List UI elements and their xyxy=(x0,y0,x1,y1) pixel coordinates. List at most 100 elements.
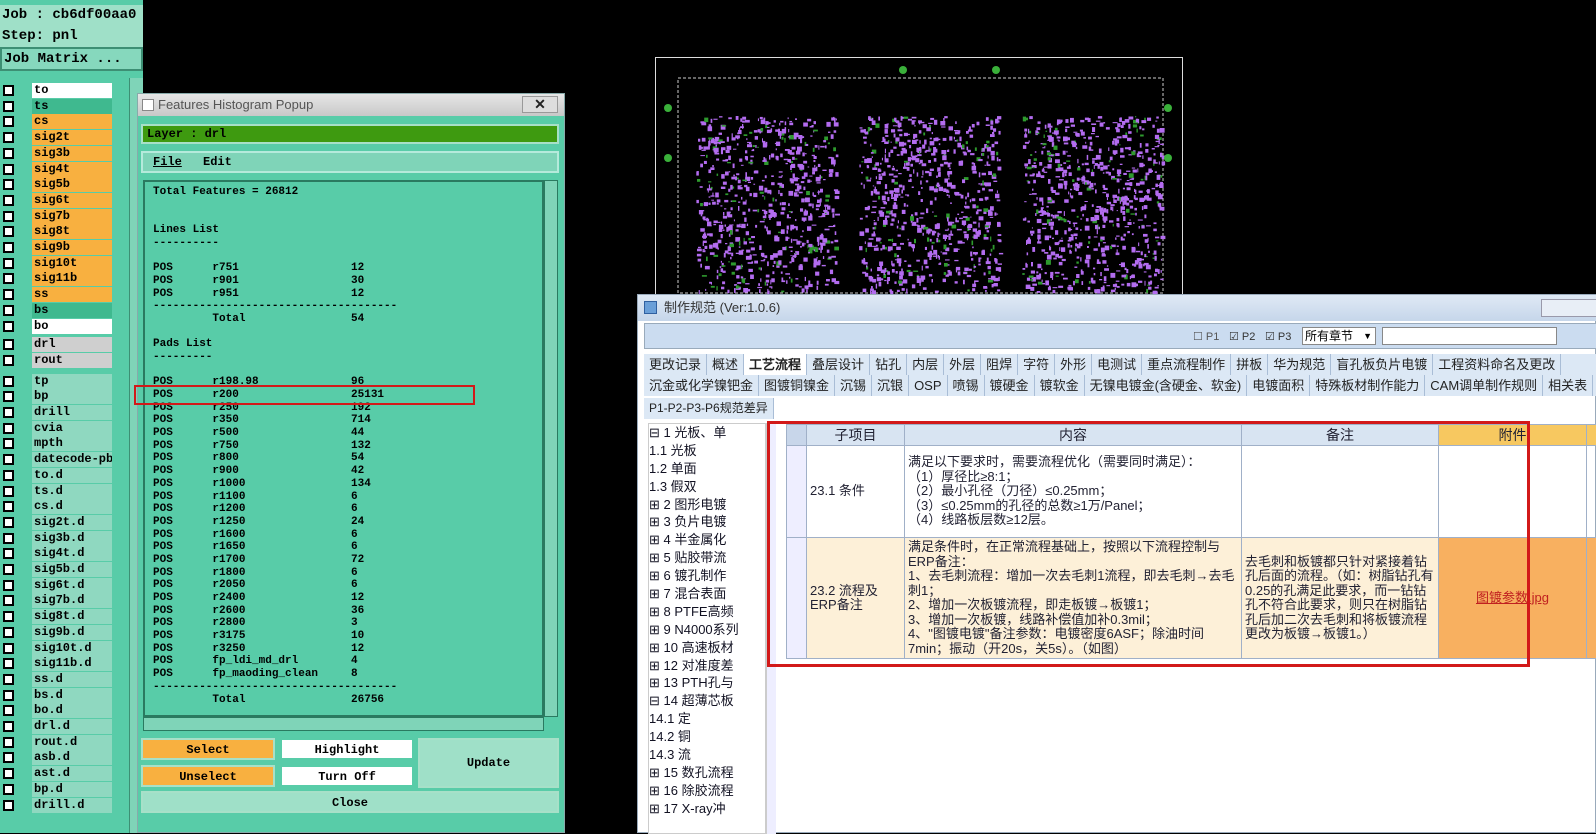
layer-row-ss.d[interactable]: ss.d xyxy=(0,672,116,687)
layer-checkbox[interactable] xyxy=(3,674,14,685)
tab-tabs-row2-0[interactable]: 沉金或化学镍钯金 xyxy=(644,375,759,396)
tree-item[interactable]: ⊞ 6 镀孔制作 xyxy=(649,567,765,585)
tab-tabs-row1-5[interactable]: 内层 xyxy=(907,354,944,375)
tree-item[interactable]: 14.3 流 xyxy=(649,746,765,764)
layer-row-sig4t.d[interactable]: sig4t.d xyxy=(0,546,116,561)
layer-row-sig10t[interactable]: sig10t xyxy=(0,256,116,271)
unselect-button[interactable]: Unselect xyxy=(141,765,275,787)
histogram-vertical-scrollbar[interactable] xyxy=(544,180,558,717)
layer-checkbox[interactable] xyxy=(3,768,14,779)
layer-row-sig8t[interactable]: sig8t xyxy=(0,224,116,239)
layer-checkbox[interactable] xyxy=(3,101,14,112)
tab-tabs-row2-1[interactable]: 图镀铜镍金 xyxy=(759,375,835,396)
layer-checkbox[interactable] xyxy=(3,784,14,795)
layer-checkbox[interactable] xyxy=(3,321,14,332)
layer-row-sig5b.d[interactable]: sig5b.d xyxy=(0,562,116,577)
turn-off-button[interactable]: Turn Off xyxy=(280,765,414,787)
layer-row-bs[interactable]: bs xyxy=(0,303,116,318)
tab-tabs-row2-11[interactable]: CAM调单制作规则 xyxy=(1425,375,1543,396)
layer-checkbox[interactable] xyxy=(3,752,14,763)
layer-checkbox[interactable] xyxy=(3,273,14,284)
menu-edit[interactable]: Edit xyxy=(203,155,232,169)
layer-row-to.d[interactable]: to.d xyxy=(0,468,116,483)
layer-row-ts[interactable]: ts xyxy=(0,99,116,114)
layer-checkbox[interactable] xyxy=(3,737,14,748)
layer-row-sig3b[interactable]: sig3b xyxy=(0,146,116,161)
layer-row-rout[interactable]: rout xyxy=(0,353,116,368)
layer-row-datecode-pbc[interactable]: datecode-pbc xyxy=(0,452,116,467)
layer-row-sig6t[interactable]: sig6t xyxy=(0,193,116,208)
tab-tabs-row1-15[interactable]: 工程资料命名及更改 xyxy=(1433,354,1561,375)
layer-row-drill[interactable]: drill xyxy=(0,405,116,420)
tree-item[interactable]: ⊞ 4 半金属化 xyxy=(649,531,765,549)
tree-item[interactable]: 14.2 铜 xyxy=(649,728,765,746)
tree-item[interactable]: 1.2 单面 xyxy=(649,460,765,478)
chapter-tree[interactable]: ⊟ 1 光板、单 1.1 光板 1.2 单面 1.3 假双⊞ 2 图形电镀⊞ 3… xyxy=(648,423,766,834)
tree-item[interactable]: ⊞ 16 除胶流程 xyxy=(649,782,765,800)
chapter-select[interactable]: 所有章节▼ xyxy=(1302,327,1376,345)
tab-tabs-row3-0[interactable]: P1-P2-P3-P6规范差异 xyxy=(644,398,774,419)
tab-tabs-row2-10[interactable]: 特殊板材制作能力 xyxy=(1310,375,1425,396)
layer-row-cs[interactable]: cs xyxy=(0,114,116,129)
layer-checkbox[interactable] xyxy=(3,132,14,143)
layer-checkbox[interactable] xyxy=(3,470,14,481)
layer-row-sig2t[interactable]: sig2t xyxy=(0,130,116,145)
layer-checkbox[interactable] xyxy=(3,454,14,465)
layer-checkbox[interactable] xyxy=(3,721,14,732)
tree-item[interactable]: ⊞ 13 PTH孔与 xyxy=(649,674,765,692)
tab-tabs-row2-7[interactable]: 镀软金 xyxy=(1035,375,1085,396)
tab-tabs-row2-2[interactable]: 沉锡 xyxy=(835,375,872,396)
tab-tabs-row2-8[interactable]: 无镍电镀金(含硬金、软金) xyxy=(1085,375,1248,396)
layer-row-tp[interactable]: tp xyxy=(0,374,116,389)
p3-checkbox[interactable]: ☑ P3 xyxy=(1265,330,1291,343)
layer-checkbox[interactable] xyxy=(3,407,14,418)
layer-checkbox[interactable] xyxy=(3,85,14,96)
layer-checkbox[interactable] xyxy=(3,423,14,434)
tab-tabs-row1-12[interactable]: 拼板 xyxy=(1231,354,1268,375)
layer-row-ts.d[interactable]: ts.d xyxy=(0,484,116,499)
layer-row-sig11b.d[interactable]: sig11b.d xyxy=(0,656,116,671)
layer-checkbox[interactable] xyxy=(3,564,14,575)
layer-checkbox[interactable] xyxy=(3,501,14,512)
tab-tabs-row1-13[interactable]: 华为规范 xyxy=(1268,354,1331,375)
p1-checkbox[interactable]: ☐ P1 xyxy=(1193,330,1219,343)
window-controls[interactable] xyxy=(1541,299,1596,317)
layer-row-bs.d[interactable]: bs.d xyxy=(0,688,116,703)
layer-checkbox[interactable] xyxy=(3,339,14,350)
tree-item[interactable]: ⊞ 15 数孔流程 xyxy=(649,764,765,782)
layer-row-sig9b[interactable]: sig9b xyxy=(0,240,116,255)
layer-checkbox[interactable] xyxy=(3,658,14,669)
menu-file[interactable]: File xyxy=(153,155,182,169)
layer-row-sig5b[interactable]: sig5b xyxy=(0,177,116,192)
layer-checkbox[interactable] xyxy=(3,289,14,300)
tree-item[interactable]: ⊞ 7 混合表面 xyxy=(649,585,765,603)
tree-item[interactable]: 14.1 定 xyxy=(649,710,765,728)
tab-tabs-row1-3[interactable]: 叠层设计 xyxy=(807,354,870,375)
close-icon[interactable]: ✕ xyxy=(522,96,558,113)
layer-checkbox[interactable] xyxy=(3,179,14,190)
tree-item[interactable]: 1.3 假双 xyxy=(649,478,765,496)
layer-checkbox[interactable] xyxy=(3,438,14,449)
close-button[interactable]: Close xyxy=(141,791,559,813)
histogram-horizontal-scrollbar[interactable] xyxy=(143,717,544,731)
layer-row-asb.d[interactable]: asb.d xyxy=(0,750,116,765)
tab-tabs-row1-14[interactable]: 盲孔板负片电镀 xyxy=(1331,354,1433,375)
layer-checkbox[interactable] xyxy=(3,595,14,606)
layer-checkbox[interactable] xyxy=(3,517,14,528)
tab-tabs-row1-2[interactable]: 工艺流程 xyxy=(744,354,807,375)
tab-tabs-row1-1[interactable]: 概述 xyxy=(707,354,744,375)
tree-item[interactable]: ⊞ 12 对准度差 xyxy=(649,657,765,675)
layer-row-bo[interactable]: bo xyxy=(0,319,116,334)
layer-checkbox[interactable] xyxy=(3,305,14,316)
layer-row-bp[interactable]: bp xyxy=(0,389,116,404)
layer-checkbox[interactable] xyxy=(3,627,14,638)
layer-checkbox[interactable] xyxy=(3,226,14,237)
layer-row-drl[interactable]: drl xyxy=(0,337,116,352)
layer-row-ast.d[interactable]: ast.d xyxy=(0,766,116,781)
layer-checkbox[interactable] xyxy=(3,705,14,716)
layer-checkbox[interactable] xyxy=(3,355,14,366)
tree-item[interactable]: ⊞ 8 PTFE高频 xyxy=(649,603,765,621)
layer-checkbox[interactable] xyxy=(3,242,14,253)
layer-row-sig6t.d[interactable]: sig6t.d xyxy=(0,578,116,593)
layer-row-sig3b.d[interactable]: sig3b.d xyxy=(0,531,116,546)
